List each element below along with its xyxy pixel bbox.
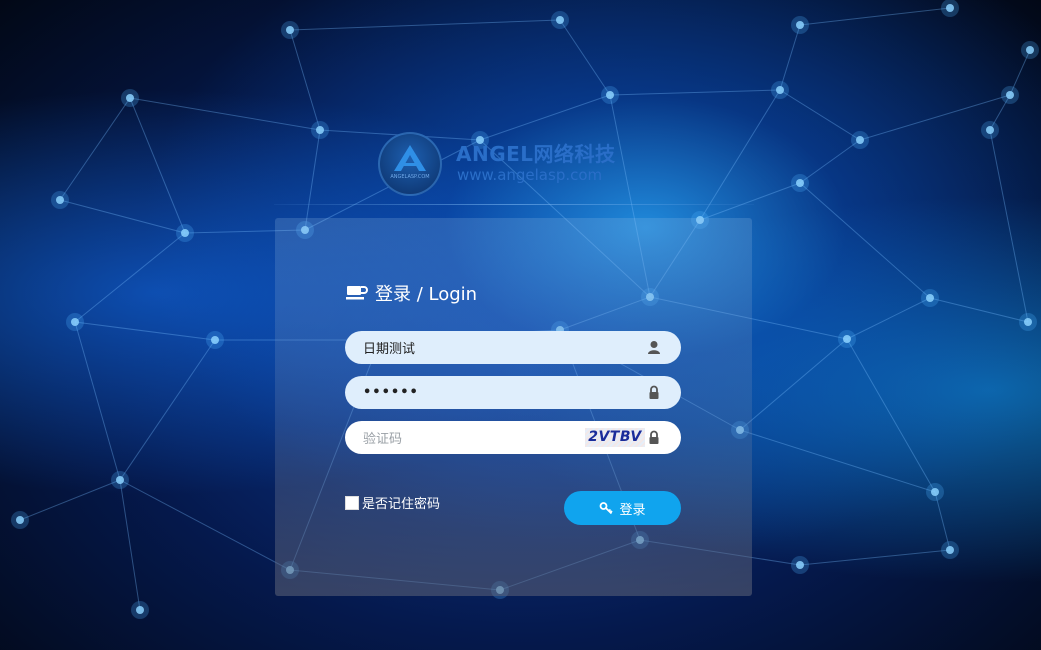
network-line: [779, 24, 801, 91]
network-line: [699, 89, 781, 221]
network-line: [799, 549, 951, 566]
username-input[interactable]: 日期测试: [345, 331, 681, 364]
brand-url: www.angelasp.com: [457, 166, 603, 184]
angel-a-icon: [394, 145, 426, 171]
network-node: [211, 336, 219, 344]
network-node: [316, 126, 324, 134]
network-node: [776, 86, 784, 94]
network-line: [739, 338, 848, 431]
login-button-label: 登录: [619, 502, 646, 518]
captcha-placeholder: 验证码: [363, 432, 403, 447]
network-line: [59, 97, 131, 201]
brand-name: ANGEL网络科技: [456, 142, 616, 166]
network-line: [74, 321, 216, 341]
network-line: [989, 129, 1029, 323]
emblem-text: ANGELASP.COM: [390, 174, 430, 180]
network-line: [74, 321, 121, 481]
network-line: [799, 7, 951, 26]
header-divider: [274, 204, 754, 205]
login-panel: 登录 / Login 日期测试 •••••• 验证码 2VTBV 是否记住密码: [275, 218, 752, 596]
captcha-input[interactable]: 验证码 2VTBV: [345, 421, 681, 454]
network-line: [846, 297, 931, 340]
network-line: [119, 479, 141, 611]
network-line: [739, 429, 936, 493]
network-node: [856, 136, 864, 144]
network-node: [796, 179, 804, 187]
network-node: [116, 476, 124, 484]
network-node: [71, 318, 79, 326]
network-node: [16, 516, 24, 524]
lock-icon: [649, 385, 659, 399]
login-title: 登录 / Login: [345, 280, 477, 306]
network-node: [986, 126, 994, 134]
network-node: [926, 294, 934, 302]
key-icon: [600, 502, 614, 515]
network-line: [799, 139, 861, 184]
login-button[interactable]: 登录: [564, 491, 681, 525]
network-line: [289, 29, 321, 131]
network-line: [119, 339, 216, 481]
network-line: [129, 97, 186, 234]
network-line: [129, 97, 321, 131]
network-line: [799, 182, 931, 299]
network-line: [779, 89, 861, 141]
network-node: [931, 488, 939, 496]
network-line: [289, 19, 561, 31]
network-line: [119, 479, 291, 571]
network-node: [606, 91, 614, 99]
network-node: [796, 561, 804, 569]
network-line: [559, 19, 611, 96]
network-node: [843, 335, 851, 343]
user-icon: [648, 341, 660, 354]
remember-password[interactable]: 是否记住密码: [345, 493, 440, 512]
password-input[interactable]: ••••••: [345, 376, 681, 409]
network-line: [19, 479, 121, 521]
network-node: [946, 546, 954, 554]
network-node: [556, 16, 564, 24]
brand-emblem: ANGELASP.COM: [378, 132, 442, 196]
username-value: 日期测试: [363, 342, 416, 357]
network-node: [1006, 91, 1014, 99]
coffee-cup-icon: [346, 286, 368, 300]
login-title-text: 登录 / Login: [375, 284, 478, 305]
network-line: [74, 232, 186, 323]
network-line: [846, 338, 936, 493]
captcha-image[interactable]: 2VTBV: [585, 428, 645, 447]
network-line: [59, 199, 186, 234]
network-node: [946, 4, 954, 12]
network-node: [126, 94, 134, 102]
lock-icon: [649, 430, 659, 444]
network-line: [699, 182, 801, 221]
remember-label: 是否记住密码: [362, 497, 441, 512]
network-node: [136, 606, 144, 614]
remember-checkbox[interactable]: [345, 495, 359, 510]
network-node: [181, 229, 189, 237]
network-node: [286, 26, 294, 34]
network-node: [56, 196, 64, 204]
network-line: [609, 89, 781, 96]
password-value: ••••••: [363, 385, 419, 400]
network-line: [929, 297, 1029, 323]
network-node: [1024, 318, 1032, 326]
brand-logo: ANGELASP.COM ANGEL网络科技 www.angelasp.com: [378, 130, 628, 196]
network-line: [304, 129, 321, 231]
network-node: [1026, 46, 1034, 54]
network-node: [796, 21, 804, 29]
